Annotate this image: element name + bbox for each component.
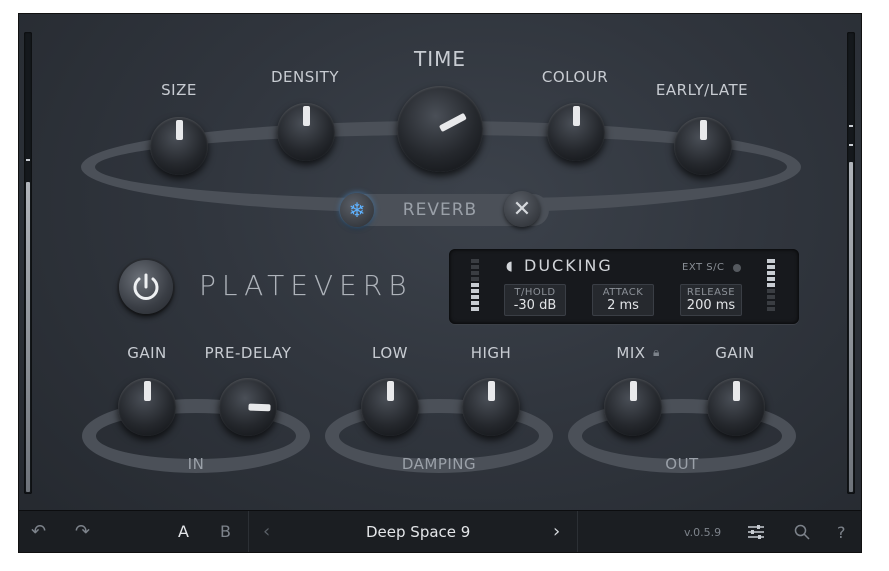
release-value: 200 ms [686,298,736,313]
damping-label: DAMPING [401,455,477,473]
search-icon[interactable] [794,524,810,544]
out-label: OUT [665,455,699,473]
kill-reverb-button[interactable]: ✕ [504,191,540,227]
threshold-value: -30 dB [513,298,557,313]
time-label: TIME [413,47,467,71]
gain-in-knob[interactable] [113,373,181,441]
reverb-label: REVERB [402,200,478,220]
gain-out-label: GAIN [715,344,755,362]
power-icon [133,273,159,300]
ducking-meter-right [767,259,775,313]
early-late-label: EARLY/LATE [655,81,749,99]
attack-value: 2 ms [607,298,639,313]
chevron-right-icon[interactable]: › [553,521,560,542]
low-knob[interactable] [356,373,424,441]
output-meter-right [847,32,855,494]
size-knob[interactable] [145,112,213,180]
pre-delay-knob[interactable] [214,373,282,441]
ducking-panel: ◖ DUCKING EXT S/C T/HOLD -30 dB ATTACK 2… [449,249,799,324]
input-meter-left [24,32,32,494]
size-label: SIZE [161,81,197,99]
plugin-window: SIZE DENSITY TIME COLOUR EARLY/LATE ❄ RE… [18,13,862,553]
attack-label: ATTACK [602,287,644,298]
preset-name[interactable]: Deep Space 9 [366,523,470,541]
threshold-field[interactable]: T/HOLD -30 dB [504,284,566,316]
lock-icon[interactable]: 🔒︎ [653,345,659,360]
redo-icon[interactable]: ↷ [75,521,90,542]
attack-field[interactable]: ATTACK 2 ms [592,284,654,316]
ext-sc-label: EXT S/C [682,262,725,273]
ducking-title: DUCKING [524,256,613,275]
release-label: RELEASE [686,287,736,298]
chevron-left-icon[interactable]: ‹ [263,521,270,542]
mix-knob[interactable] [599,373,667,441]
mix-label: MIX [616,344,646,362]
early-late-knob[interactable] [669,112,737,180]
duck-icon: ◖ [506,259,513,274]
pre-delay-label: PRE-DELAY [204,344,292,362]
help-icon[interactable]: ? [837,523,846,542]
high-label: HIGH [470,344,512,362]
snowflake-icon: ❄ [348,198,366,222]
threshold-label: T/HOLD [514,287,556,298]
density-knob[interactable] [272,98,340,166]
time-knob[interactable] [392,81,488,177]
in-label: IN [187,455,205,473]
power-button[interactable] [119,260,173,314]
low-label: LOW [372,344,408,362]
plugin-title: PLATEVERB [199,269,413,302]
gain-out-knob[interactable] [702,373,770,441]
sliders-icon[interactable] [747,524,765,544]
ext-sc-led[interactable] [733,264,741,272]
high-knob[interactable] [457,373,525,441]
version-label: v.0.5.9 [684,526,722,539]
preset-b-button[interactable]: B [220,522,231,541]
close-icon: ✕ [512,196,532,222]
release-field[interactable]: RELEASE 200 ms [680,284,742,316]
footer-bar: ↶ ↷ A B ‹ Deep Space 9 › v.0.5.9 ? [19,510,861,552]
colour-label: COLOUR [541,68,609,86]
freeze-button[interactable]: ❄ [340,193,374,227]
gain-in-label: GAIN [127,344,167,362]
undo-icon[interactable]: ↶ [31,521,46,542]
colour-knob[interactable] [542,98,610,166]
preset-a-button[interactable]: A [178,522,189,541]
ducking-meter-left [471,259,479,313]
density-label: DENSITY [270,68,340,86]
